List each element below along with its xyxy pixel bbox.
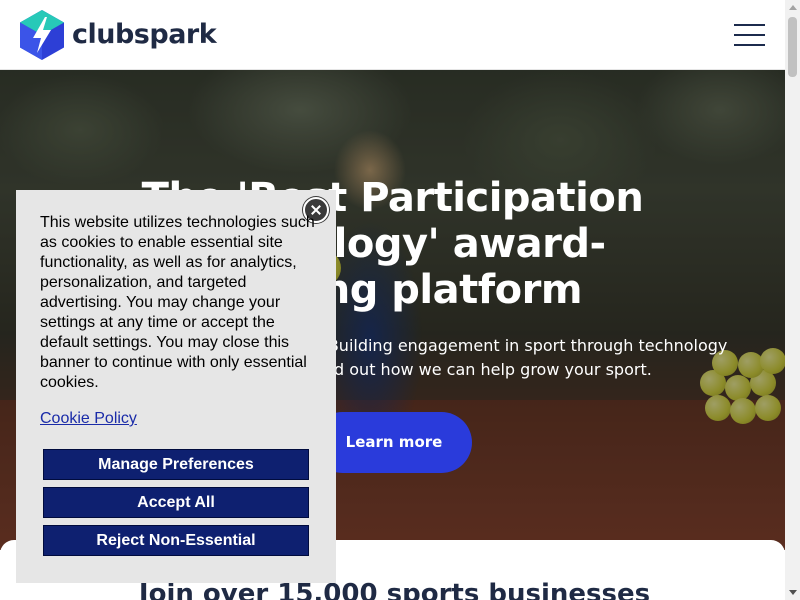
cookie-policy-link[interactable]: Cookie Policy — [40, 409, 137, 429]
site-header: clubspark — [0, 0, 785, 70]
cookie-banner-text: This website utilizes technologies such … — [40, 214, 315, 391]
hamburger-menu-icon[interactable] — [734, 23, 766, 47]
accept-all-button[interactable]: Accept All — [43, 487, 309, 518]
menu-line — [734, 34, 765, 36]
manage-preferences-button[interactable]: Manage Preferences — [43, 449, 309, 480]
scroll-up-arrow-icon[interactable] — [785, 0, 800, 15]
menu-line — [734, 44, 765, 46]
logo[interactable]: clubspark — [20, 10, 217, 60]
learn-more-button[interactable]: Learn more — [312, 412, 472, 473]
scroll-down-arrow-icon[interactable] — [785, 585, 800, 600]
menu-line — [734, 24, 765, 26]
reject-non-essential-button[interactable]: Reject Non-Essential — [43, 525, 309, 556]
page-scrollbar[interactable] — [785, 0, 800, 600]
cookie-banner: This website utilizes technologies such … — [16, 190, 336, 583]
lightning-hexagon-icon — [20, 10, 64, 60]
scrollbar-thumb[interactable] — [788, 17, 797, 77]
brand-name: clubspark — [72, 19, 217, 50]
